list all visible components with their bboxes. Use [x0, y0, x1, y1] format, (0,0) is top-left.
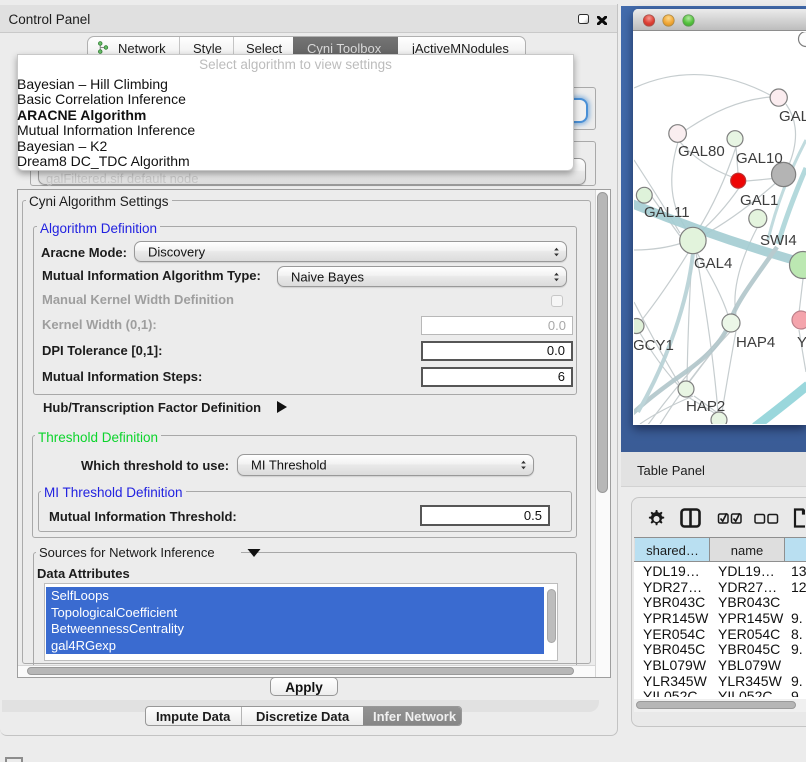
svg-text:GAL2: GAL2 — [779, 108, 806, 125]
svg-text:GAL4: GAL4 — [694, 255, 732, 272]
svg-text:SWI4: SWI4 — [760, 232, 797, 249]
svg-text:GAL10: GAL10 — [736, 150, 783, 167]
svg-text:GCY1: GCY1 — [634, 337, 674, 354]
svg-text:GAL1: GAL1 — [740, 192, 778, 209]
svg-text:HAP4: HAP4 — [736, 334, 775, 351]
svg-text:YM: YM — [797, 334, 806, 351]
svg-text:GAL80: GAL80 — [678, 143, 725, 160]
svg-text:HAP2: HAP2 — [686, 398, 725, 415]
svg-text:GAL11: GAL11 — [644, 204, 690, 221]
